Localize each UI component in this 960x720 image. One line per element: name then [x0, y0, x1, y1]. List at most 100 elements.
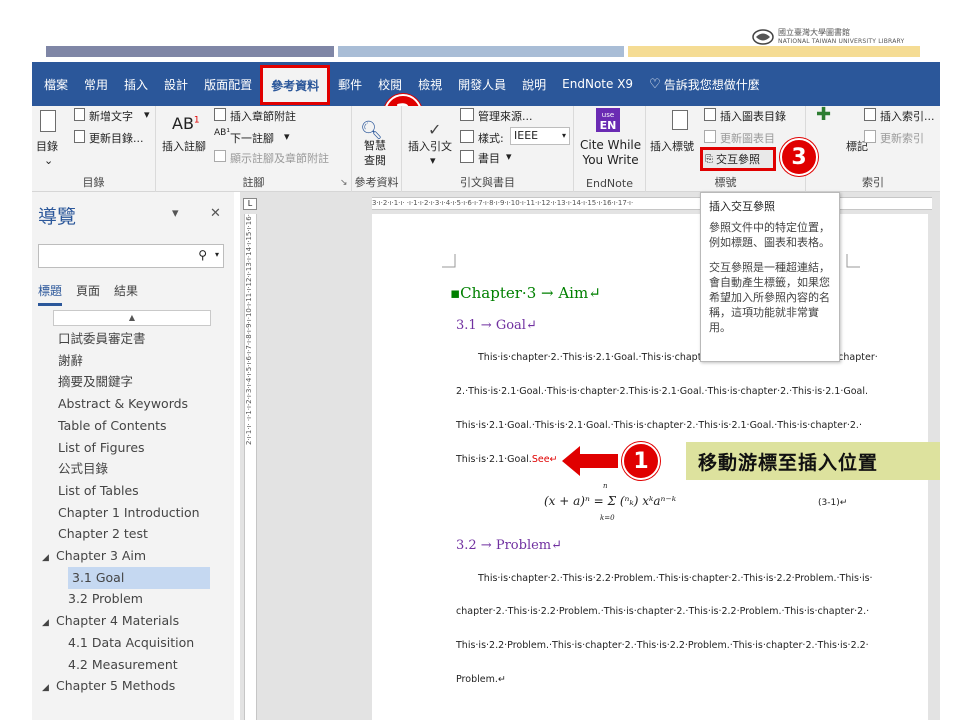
nav-heading-item[interactable]: 口試委員審定書	[32, 328, 222, 350]
nav-heading-item[interactable]: 4.2 Measurement	[32, 654, 222, 676]
show-notes-button[interactable]: 顯示註腳及章節附註	[230, 150, 329, 166]
insert-citation-button[interactable]: 插入引文	[408, 138, 452, 154]
goal-line-4[interactable]: This·is·2.1·Goal.See↵	[456, 454, 558, 465]
lightbulb-icon: ♡	[649, 76, 661, 92]
nav-heading-item[interactable]: ◢ Chapter 4 Materials	[32, 610, 222, 632]
problem-line-2[interactable]: chapter·2.·This·is·2.2·Problem.·This·is·…	[456, 606, 869, 617]
insert-caption-button[interactable]: 插入標號	[650, 138, 694, 154]
group-label-citations: 引文與書目	[460, 176, 515, 189]
add-text-icon	[74, 108, 85, 121]
nav-heading-item[interactable]: 公式目錄	[32, 458, 222, 480]
tab-stop-selector[interactable]: L	[243, 198, 257, 210]
toc-button[interactable]: 目錄	[36, 138, 58, 154]
vertical-ruler-track[interactable]: 2·ı·1·ı· ·ı·1·ı·2·ı·3·ı·4·ı·5·ı·6·ı·7·ı·…	[244, 214, 257, 720]
nav-heading-item[interactable]: Abstract & Keywords	[32, 393, 222, 415]
problem-line-1[interactable]: This·is·chapter·2.·This·is·2.2·Problem.·…	[478, 573, 873, 584]
tab-references[interactable]: 參考資料	[260, 65, 331, 105]
expand-triangle-icon[interactable]: ◢	[42, 547, 56, 569]
callout-step-3: 3	[780, 138, 818, 176]
nav-heading-item[interactable]: 3.1 Goal	[68, 566, 210, 589]
margin-corner-mark	[442, 254, 456, 268]
chevron-down-icon[interactable]: ▾	[215, 250, 219, 259]
problem-line-3[interactable]: This·is·2.2·Problem.·This·is·chapter·2.·…	[456, 640, 869, 651]
nav-heading-text: List of Tables	[58, 482, 139, 498]
tooltip-title: 插入交互參照	[709, 200, 775, 213]
nav-heading-item[interactable]: 3.2 Problem	[32, 588, 222, 610]
group-label-footnotes: 註腳	[242, 176, 265, 189]
bibliography-button[interactable]: 書目	[478, 150, 500, 166]
update-table-button[interactable]: 更新目錄...	[89, 130, 144, 146]
goal-line-4-text: This·is·2.1·Goal.	[456, 454, 532, 465]
cross-reference-icon: ⎘	[705, 153, 713, 165]
horizontal-ruler-marks[interactable]: 3·ı·2·ı·1·ı· ·ı·1·ı·2·ı·3·ı·4·ı·5·ı·6·ı·…	[372, 197, 932, 210]
chevron-down-icon[interactable]: ⌄	[44, 154, 53, 167]
nav-heading-text: Chapter 3 Aim	[56, 548, 147, 563]
update-table-of-figures-button[interactable]: 更新圖表目	[720, 130, 775, 146]
tooltip-paragraph-1: 參照文件中的特定位置，例如標題、圖表和表格。	[709, 221, 830, 249]
nav-heading-item[interactable]: Chapter 1 Introduction	[32, 502, 222, 524]
goal-line-3[interactable]: This·is·2.1·Goal.·This·is·2.1·Goal.·This…	[456, 420, 862, 431]
dialog-launcher-icon[interactable]: ↘	[340, 178, 348, 188]
manage-sources-button[interactable]: 管理來源...	[478, 108, 533, 124]
section-heading-goal[interactable]: 3.1 → Goal↵	[456, 318, 537, 333]
table-of-figures-icon	[704, 108, 716, 121]
header-bar-2	[338, 46, 624, 57]
nav-heading-text: 3.2 Problem	[68, 591, 143, 607]
update-index-button[interactable]: 更新索引	[880, 130, 924, 146]
vertical-ruler: L 2·ı·1·ı· ·ı·1·ı·2·ı·3·ı·4·ı·5·ı·6·ı·7·…	[240, 192, 260, 720]
expand-triangle-icon[interactable]: ◢	[42, 612, 56, 634]
add-text-button[interactable]: 新增文字	[89, 108, 133, 124]
nav-heading-item[interactable]: Table of Contents	[32, 415, 222, 437]
insert-footnote-button[interactable]: 插入註腳	[162, 138, 206, 154]
nav-heading-item[interactable]: 謝辭	[32, 350, 222, 372]
nav-tab-headings[interactable]: 標題	[38, 282, 63, 306]
chevron-down-icon: ▾	[506, 150, 512, 163]
tab-file[interactable]: 檔案	[32, 62, 76, 106]
expand-triangle-icon[interactable]: ◢	[42, 677, 56, 699]
tab-insert[interactable]: 插入	[116, 62, 156, 106]
arrow-left-icon	[562, 446, 618, 476]
chapter-heading[interactable]: ▪Chapter·3 → Aim↵	[450, 284, 601, 302]
nav-heading-text: 摘要及關鍵字	[58, 374, 134, 390]
insert-endnote-button[interactable]: 插入章節附註	[230, 108, 296, 124]
nav-heading-item[interactable]: List of Figures	[32, 437, 222, 459]
nav-heading-item[interactable]: List of Tables	[32, 480, 222, 502]
tab-home[interactable]: 常用	[76, 62, 116, 106]
nav-search-input[interactable]: ⚲ ▾	[38, 244, 224, 268]
cross-reference-button[interactable]: ⎘ 交互參照	[700, 147, 776, 171]
tab-design[interactable]: 設計	[156, 62, 196, 106]
nav-heading-item[interactable]: Chapter 2 test	[32, 523, 222, 545]
problem-line-4[interactable]: Problem.↵	[456, 674, 506, 685]
nav-scroll-up-button[interactable]: ▲	[53, 310, 211, 326]
nav-heading-item[interactable]: 摘要及關鍵字	[32, 371, 222, 393]
close-icon[interactable]: ✕	[210, 206, 221, 221]
tab-layout[interactable]: 版面配置	[196, 62, 260, 106]
navigation-pane: 導覽 ▾ ✕ ⚲ ▾ 標題 頁面 結果 ▲ 口試委員審定書 謝辭 摘要及關鍵字 Abs…	[32, 192, 234, 720]
nav-tab-results[interactable]: 結果	[114, 282, 138, 306]
insert-index-button[interactable]: 插入索引...	[880, 108, 935, 124]
bibliography-icon	[460, 150, 474, 163]
insert-table-of-figures-button[interactable]: 插入圖表目錄	[720, 108, 786, 124]
nav-tab-pages[interactable]: 頁面	[76, 282, 100, 306]
cite-while-you-write-button[interactable]: Cite While You Write	[580, 138, 641, 168]
nav-options-icon[interactable]: ▾	[172, 206, 179, 221]
nav-heading-item[interactable]: ◢ Chapter 5 Methods	[32, 675, 222, 697]
section-heading-problem[interactable]: 3.2 → Problem↵	[456, 538, 562, 553]
tab-developer[interactable]: 開發人員	[450, 62, 514, 106]
tab-endnote[interactable]: EndNote X9	[554, 62, 641, 106]
smart-lookup-button[interactable]: 智慧 查閱	[364, 138, 386, 168]
tab-help[interactable]: 說明	[514, 62, 554, 106]
equation[interactable]: (x + a)ⁿ = Σ (ⁿₖ) xᵏaⁿ⁻ᵏ	[544, 494, 676, 508]
search-icon[interactable]: ⚲	[198, 248, 207, 262]
next-footnote-button[interactable]: 下一註腳	[230, 130, 274, 146]
tell-me-box[interactable]: ♡ 告訴我您想做什麼	[641, 62, 768, 106]
nav-heading-item[interactable]: 4.1 Data Acquisition	[32, 632, 222, 654]
style-select[interactable]: IEEE ▾	[510, 127, 570, 145]
group-label-index: 索引	[862, 176, 884, 189]
insert-citation-icon: ✓	[428, 120, 442, 139]
tab-mailings[interactable]: 郵件	[330, 62, 370, 106]
see-text[interactable]: See↵	[532, 454, 558, 465]
nav-heading-text: Table of Contents	[58, 417, 167, 433]
nav-heading-item[interactable]: ◢ Chapter 3 Aim	[32, 545, 222, 567]
goal-line-2[interactable]: 2.·This·is·2.1·Goal.·This·is·chapter·2.T…	[456, 386, 868, 397]
